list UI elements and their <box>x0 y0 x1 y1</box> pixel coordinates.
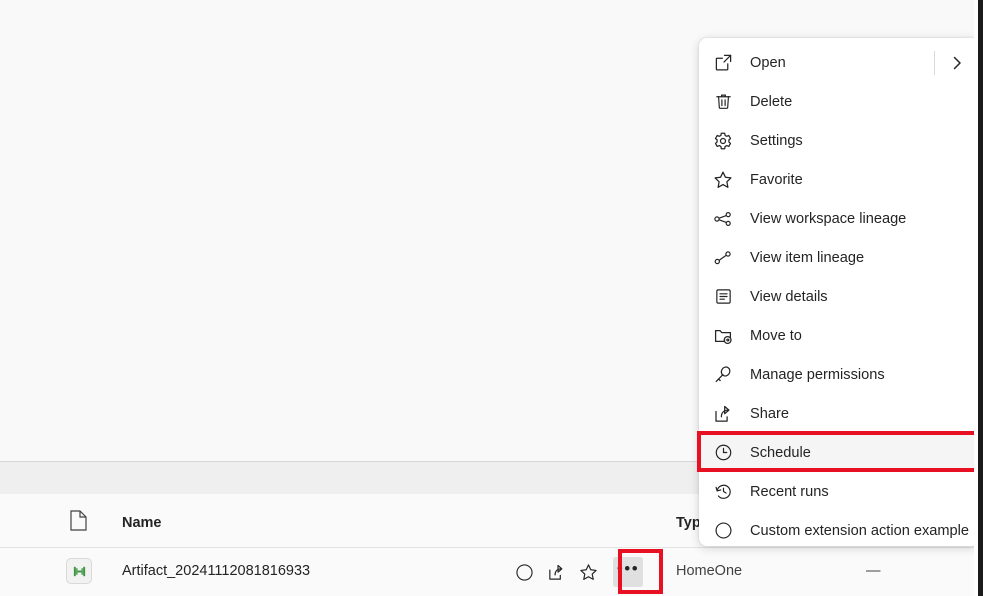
menu-item-label: Share <box>750 405 789 422</box>
column-header-type[interactable]: Typ <box>676 515 701 531</box>
gear-icon <box>707 125 739 157</box>
app-page: Name Typ Artifact_20241112081816933 ••• … <box>0 0 983 596</box>
more-options-dots: ••• <box>616 558 640 578</box>
menu-item-label: Manage permissions <box>750 366 885 383</box>
menu-item-label: Open <box>750 54 786 71</box>
menu-item-label: View item lineage <box>750 249 865 266</box>
menu-item-label: Delete <box>750 93 793 110</box>
menu-item-label: Recent runs <box>750 483 829 500</box>
workspace-lineage-icon <box>707 203 739 235</box>
menu-item-favorite[interactable]: Favorite <box>699 160 979 199</box>
trash-icon <box>707 86 739 118</box>
row-item-extra: — <box>866 563 881 579</box>
menu-item-move-to[interactable]: Move to <box>699 316 979 355</box>
page-edge <box>978 0 983 596</box>
menu-item-open[interactable]: Open <box>699 43 979 82</box>
key-icon <box>707 359 739 391</box>
more-options-icon[interactable]: ••• <box>613 557 643 587</box>
menu-item-manage-permissions[interactable]: Manage permissions <box>699 355 979 394</box>
menu-item-share[interactable]: Share <box>699 394 979 433</box>
menu-item-view-workspace-lineage[interactable]: View workspace lineage <box>699 199 979 238</box>
menu-item-label: View workspace lineage <box>750 210 907 227</box>
share-icon[interactable] <box>540 557 572 587</box>
circle-icon <box>707 515 739 547</box>
row-item-name[interactable]: Artifact_20241112081816933 <box>122 563 310 579</box>
move-folder-icon <box>707 320 739 352</box>
star-icon <box>707 164 739 196</box>
row-action-buttons: ••• <box>508 557 643 587</box>
row-item-type: HomeOne <box>676 563 743 579</box>
menu-item-view-item-lineage[interactable]: View item lineage <box>699 238 979 277</box>
open-external-icon <box>707 47 739 79</box>
chevron-right-icon[interactable] <box>935 43 979 82</box>
item-lineage-icon <box>707 242 739 274</box>
document-icon <box>70 510 87 531</box>
menu-item-label: View details <box>750 288 828 305</box>
menu-item-label: Favorite <box>750 171 803 188</box>
menu-item-label: Settings <box>750 132 803 149</box>
context-menu[interactable]: Open Delete Settings Favorite View works… <box>699 38 979 546</box>
menu-item-view-details[interactable]: View details <box>699 277 979 316</box>
details-icon <box>707 281 739 313</box>
share-icon <box>707 398 739 430</box>
menu-item-custom-extension-action-example[interactable]: Custom extension action example <box>699 511 979 546</box>
menu-item-schedule[interactable]: Schedule <box>699 433 979 472</box>
menu-item-recent-runs[interactable]: Recent runs <box>699 472 979 511</box>
history-icon <box>707 476 739 508</box>
star-icon[interactable] <box>572 557 604 587</box>
column-header-name[interactable]: Name <box>122 515 162 531</box>
clock-icon <box>707 437 739 469</box>
menu-item-label: Move to <box>750 327 802 344</box>
menu-item-label: Schedule <box>750 444 811 461</box>
circle-icon[interactable] <box>508 557 540 587</box>
open-submenu-split <box>934 43 979 82</box>
menu-item-settings[interactable]: Settings <box>699 121 979 160</box>
table-row[interactable]: Artifact_20241112081816933 ••• HomeOne — <box>0 548 978 596</box>
menu-item-label: Custom extension action example <box>750 522 970 539</box>
dataflow-green-icon <box>66 558 92 584</box>
menu-item-delete[interactable]: Delete <box>699 82 979 121</box>
